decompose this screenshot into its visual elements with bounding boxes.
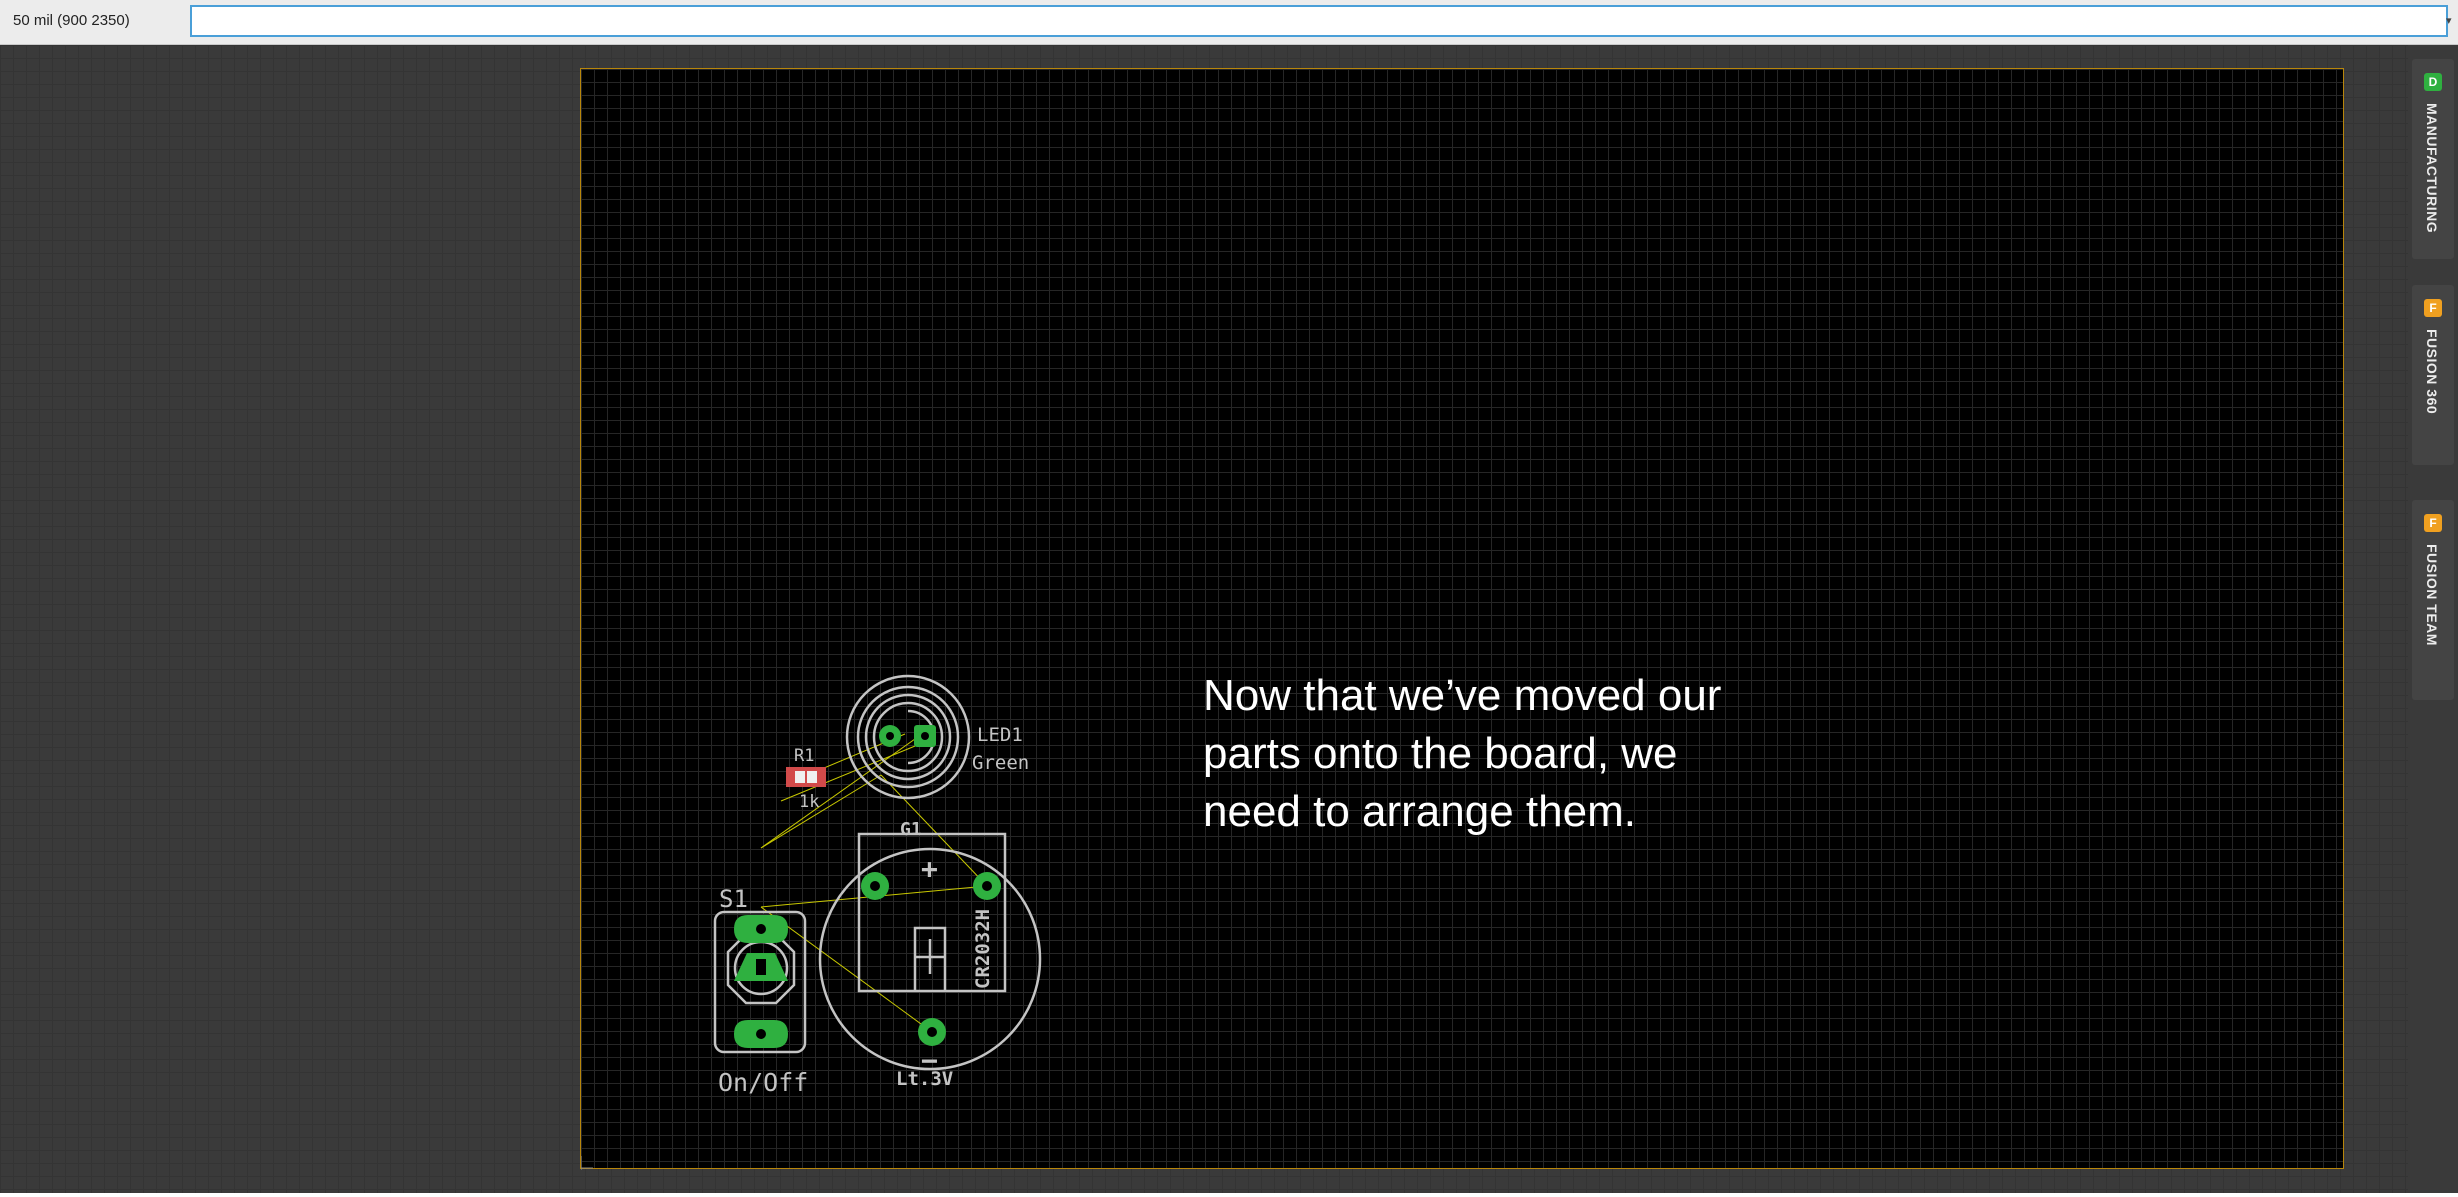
command-toolbar: 50 mil (900 2350) ▾ — [0, 0, 2458, 45]
caption-line: need to arrange them. — [1203, 787, 1636, 836]
g1-name: G1 — [900, 819, 922, 840]
coordinate-readout: 50 mil (900 2350) — [13, 12, 130, 29]
board-canvas[interactable]: LED1 Green R1 1k + − CR2032H Lt.3V G1 S1… — [0, 45, 2458, 1193]
g1-plus: + — [921, 852, 938, 885]
fusion360-icon: F — [2424, 299, 2442, 317]
board-outline: LED1 Green R1 1k + − CR2032H Lt.3V G1 S1… — [580, 68, 2344, 1170]
tutorial-caption: Now that we’ve moved our parts onto the … — [1203, 667, 1843, 841]
side-panel: D MANUFACTURING F FUSION 360 F FUSION TE… — [2408, 45, 2458, 1193]
command-input[interactable] — [190, 5, 2448, 37]
manufacturing-icon: D — [2424, 73, 2442, 91]
command-history-dropdown-icon[interactable]: ▾ — [2446, 14, 2452, 27]
r1-body — [786, 767, 826, 787]
g1-voltage: Lt.3V — [896, 1068, 953, 1090]
g1-part[interactable]: + − CR2032H Lt.3V G1 — [818, 819, 1042, 1090]
tab-fusion-360-label: FUSION 360 — [2424, 329, 2440, 415]
tab-fusion-team-label: FUSION TEAM — [2424, 544, 2440, 646]
r1-pad-1 — [795, 771, 805, 783]
led1-name: LED1 — [977, 724, 1023, 746]
led1-value: Green — [972, 752, 1029, 774]
s1-part[interactable]: S1 On/Off — [713, 885, 808, 1097]
airwire — [760, 733, 923, 849]
s1-value: On/Off — [718, 1068, 808, 1097]
s1-name: S1 — [719, 885, 748, 913]
tab-fusion-360[interactable]: F FUSION 360 — [2412, 285, 2454, 465]
caption-line: Now that we’ve moved our — [1203, 671, 1722, 720]
r1-value: 1k — [799, 792, 819, 812]
tab-manufacturing-label: MANUFACTURING — [2424, 103, 2440, 234]
r1-name: R1 — [794, 746, 814, 766]
board-drawing: LED1 Green R1 1k + − CR2032H Lt.3V G1 S1… — [581, 674, 1042, 1170]
r1-pad-2 — [807, 771, 817, 783]
led1-part[interactable]: LED1 Green — [845, 674, 1029, 800]
r1-part[interactable]: R1 1k — [786, 746, 826, 812]
fusion-team-icon: F — [2424, 514, 2442, 532]
origin-marker — [581, 1156, 593, 1170]
g1-model: CR2032H — [972, 909, 994, 989]
caption-line: parts onto the board, we — [1203, 729, 1678, 778]
tab-manufacturing[interactable]: D MANUFACTURING — [2412, 59, 2454, 259]
tab-fusion-team[interactable]: F FUSION TEAM — [2412, 500, 2454, 700]
